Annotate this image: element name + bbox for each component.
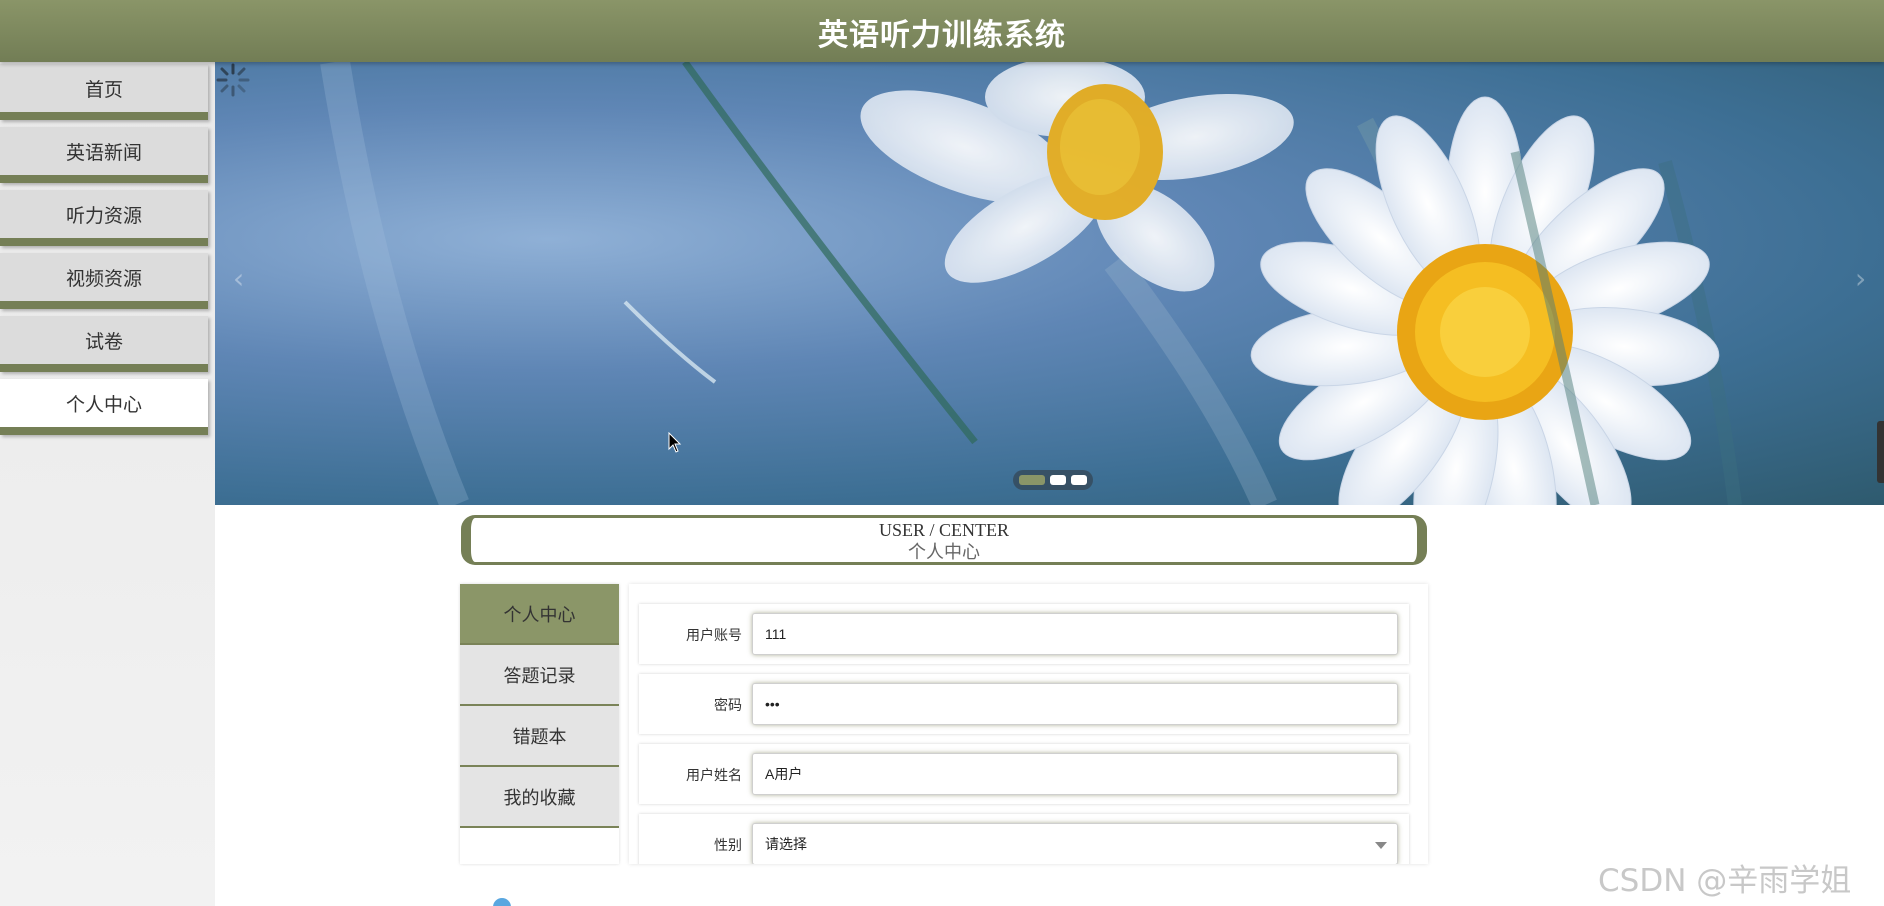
section-title-cn: 个人中心 [908,542,980,562]
form-row-name: 用户姓名 A用户 [639,744,1409,804]
section-title: USER / CENTER 个人中心 [461,515,1427,565]
carousel-dot-1[interactable] [1019,475,1045,485]
banner-image-daisies [320,62,1742,505]
mouse-cursor-icon [668,432,682,453]
tab-user-center[interactable]: 个人中心 [460,584,619,645]
form-row-gender: 性别 请选择 [639,814,1409,864]
name-input[interactable]: A用户 [752,753,1398,795]
tab-answer-records[interactable]: 答题记录 [460,645,619,706]
form-row-account: 用户账号 111 [639,604,1409,664]
gender-label: 性别 [714,838,742,854]
profile-form: 用户账号 111 密码 ••• 用户姓名 A用户 性别 请选择 [629,584,1428,864]
tab-my-favorites[interactable]: 我的收藏 [460,767,619,828]
app-header: 英语听力训练系统 [0,0,1884,62]
user-center-tabs: 个人中心 答题记录 错题本 我的收藏 [460,584,619,864]
gender-select-value: 请选择 [765,836,807,852]
chevron-right-icon[interactable]: › [1855,262,1866,295]
tab-label: 我的收藏 [503,787,576,809]
gender-select[interactable]: 请选择 [752,823,1398,864]
nav-item-video-resources[interactable]: 视频资源 [0,253,208,309]
password-label: 密码 [714,698,742,714]
sidebar-nav: 首页 英语新闻 听力资源 视频资源 试卷 个人中心 [0,62,215,906]
tab-label: 个人中心 [503,604,576,626]
nav-item-label: 英语新闻 [65,141,142,164]
nav-item-label: 首页 [84,78,123,101]
nav-item-label: 视频资源 [65,267,142,290]
side-scroll-tab[interactable] [1877,421,1884,483]
app-title: 英语听力训练系统 [818,18,1066,53]
password-input[interactable]: ••• [752,683,1398,725]
banner-carousel[interactable]: ‹ › [215,62,1884,505]
floating-indicator-icon [493,898,511,906]
tab-label: 答题记录 [503,665,576,687]
nav-item-exam-papers[interactable]: 试卷 [0,316,208,372]
tab-label: 错题本 [512,726,567,748]
nav-item-home[interactable]: 首页 [0,64,208,120]
loading-spinner-icon [216,63,250,97]
nav-item-english-news[interactable]: 英语新闻 [0,127,208,183]
chevron-down-icon [1375,842,1387,849]
form-row-password: 密码 ••• [639,674,1409,734]
nav-item-label: 听力资源 [65,204,142,227]
carousel-dot-2[interactable] [1050,475,1066,485]
section-title-en: USER / CENTER [878,520,1009,540]
carousel-indicators [1013,470,1093,490]
nav-item-label: 个人中心 [65,393,142,416]
carousel-dot-3[interactable] [1071,475,1087,485]
chevron-left-icon[interactable]: ‹ [233,262,244,295]
watermark-text: CSDN @辛雨学姐 [1598,863,1852,899]
nav-item-user-center[interactable]: 个人中心 [0,379,208,435]
name-label: 用户姓名 [686,768,742,784]
nav-item-listening-resources[interactable]: 听力资源 [0,190,208,246]
account-label: 用户账号 [686,628,742,644]
tab-wrong-questions[interactable]: 错题本 [460,706,619,767]
nav-item-label: 试卷 [84,330,123,353]
account-input[interactable]: 111 [752,613,1398,655]
